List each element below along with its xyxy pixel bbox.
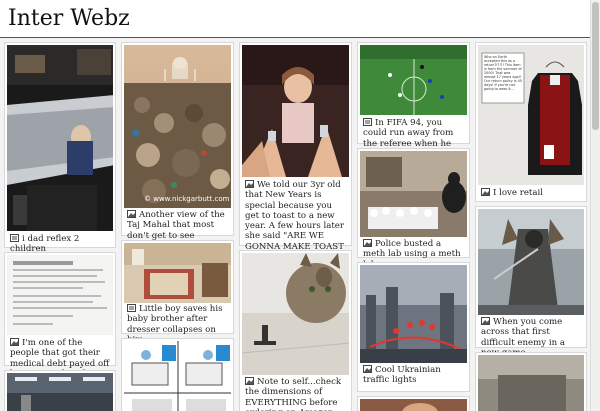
image-post-icon <box>363 365 372 373</box>
post-card[interactable]: Note to self...check the dimensions of E… <box>239 250 352 411</box>
post-image[interactable] <box>360 399 467 411</box>
caption-text: Note to self...check the dimensions of E… <box>245 377 342 411</box>
post-card[interactable]: Little boy saves his baby brother after … <box>121 240 234 345</box>
caption-text: Another view of the Taj Mahal that most … <box>127 210 225 241</box>
post-card[interactable] <box>475 352 587 411</box>
image-post-icon <box>10 338 19 346</box>
post-card[interactable]: Police busted a meth lab using a meth la… <box>357 148 470 270</box>
text-post-icon <box>10 234 19 242</box>
post-image[interactable] <box>124 243 231 303</box>
image-post-icon <box>481 317 490 325</box>
post-image[interactable] <box>478 209 584 315</box>
post-card[interactable]: Cool Ukrainian traffic lights <box>357 262 470 392</box>
text-post-icon <box>127 304 136 312</box>
post-caption: Another view of the Taj Mahal that most … <box>127 210 229 241</box>
post-card[interactable]: I'm one of the people that got their med… <box>4 252 116 379</box>
post-image[interactable] <box>124 341 231 411</box>
post-card[interactable]: i dad reflex 2 children <box>4 42 116 254</box>
caption-text: Cool Ukrainian traffic lights <box>363 365 441 386</box>
post-image[interactable] <box>7 45 113 231</box>
scrollbar-thumb[interactable] <box>592 2 599 130</box>
post-image[interactable]: © www.nickgarbutt.com <box>124 45 231 208</box>
post-image[interactable] <box>7 373 113 411</box>
image-post-icon <box>127 210 136 218</box>
text-post-icon <box>363 118 372 126</box>
vertical-scrollbar[interactable] <box>590 0 600 411</box>
post-image[interactable] <box>7 255 113 335</box>
post-card[interactable]: We told our 3yr old that New Years is sp… <box>239 42 352 283</box>
post-image[interactable] <box>242 45 349 177</box>
post-feed: i dad reflex 2 children I'm one of the p… <box>0 38 591 411</box>
site-header: Inter Webz <box>0 0 591 38</box>
image-post-icon <box>481 188 490 196</box>
post-caption: Note to self...check the dimensions of E… <box>245 377 347 411</box>
post-card[interactable]: © www.nickgarbutt.com Another view of th… <box>121 42 234 241</box>
image-watermark: © www.nickgarbutt.com <box>144 195 230 203</box>
post-card[interactable] <box>4 370 116 411</box>
image-post-icon <box>245 180 254 188</box>
post-image[interactable]: Who on Earth accepted this as a return?!… <box>478 45 584 185</box>
post-card[interactable]: Who on Earth accepted this as a return?!… <box>475 42 587 202</box>
caption-text: I love retail <box>493 188 543 198</box>
image-post-icon <box>245 377 254 385</box>
post-image[interactable] <box>360 45 467 115</box>
post-card[interactable]: In FIFA 94, you could run away from the … <box>357 42 470 159</box>
retail-note-text: Who on Earth accepted this as a return?!… <box>484 55 522 91</box>
site-title[interactable]: Inter Webz <box>8 6 130 32</box>
post-image[interactable] <box>360 265 467 363</box>
post-caption: I love retail <box>481 188 582 198</box>
post-card[interactable] <box>357 396 470 411</box>
image-post-icon <box>363 239 372 247</box>
post-card[interactable] <box>121 338 234 411</box>
post-image[interactable] <box>360 151 467 237</box>
post-image[interactable] <box>242 253 349 375</box>
post-caption: Cool Ukrainian traffic lights <box>363 365 465 386</box>
post-image[interactable] <box>478 355 584 411</box>
post-card[interactable]: When you come across that first difficul… <box>475 206 587 358</box>
